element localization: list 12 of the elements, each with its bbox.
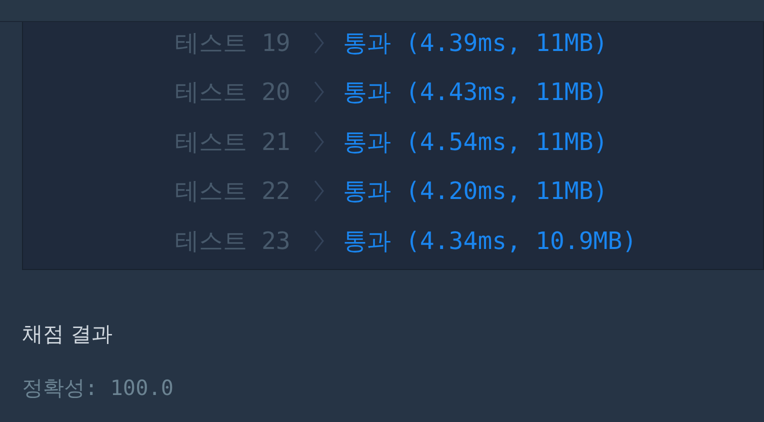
accuracy-score: 정확성: 100.0 <box>22 375 175 402</box>
section-title: 채점 결과 <box>22 321 114 348</box>
test-result: 통과 (4.34ms, 10.9MB) <box>343 226 637 257</box>
chevron-right-icon <box>313 30 325 55</box>
chevron-right-icon <box>313 80 325 104</box>
chevron-right-icon <box>313 179 325 204</box>
test-result: 통과 (4.43ms, 11MB) <box>343 77 608 108</box>
chevron-right-icon <box>313 228 325 253</box>
test-result: 통과 (4.39ms, 11MB) <box>343 28 608 59</box>
chevron-right-icon <box>313 130 325 154</box>
test-result: 통과 (4.54ms, 11MB) <box>343 126 608 158</box>
test-result: 통과 (4.20ms, 11MB) <box>343 176 608 208</box>
